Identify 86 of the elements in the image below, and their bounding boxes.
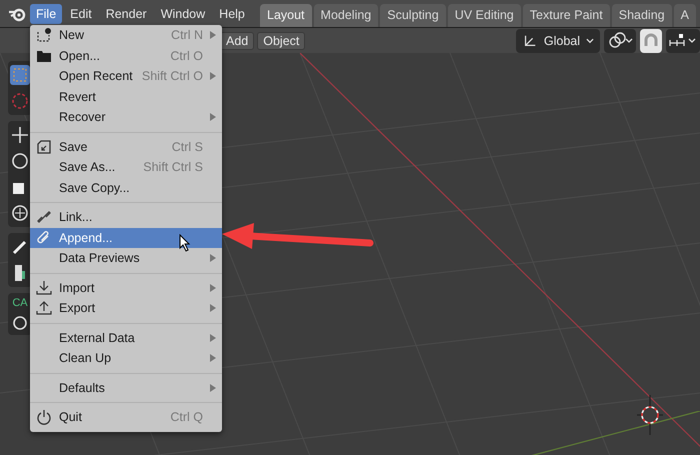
new-file-icon — [36, 27, 52, 44]
camera-rotate-icon[interactable] — [10, 315, 30, 331]
menu-entry-label: New — [59, 28, 84, 42]
menu-item[interactable]: Window — [154, 4, 212, 24]
menu-entry[interactable]: Append... — [30, 228, 222, 248]
folder-icon — [36, 48, 52, 63]
save-icon — [36, 138, 52, 155]
menu-item[interactable]: File — [30, 4, 62, 24]
submenu-arrow-icon — [210, 334, 216, 342]
menu-item[interactable]: Render — [100, 4, 153, 24]
menu-entry-label: Recover — [59, 110, 106, 124]
menu-entry[interactable]: Link... — [30, 207, 222, 228]
shortcut-label: Shift Ctrl S — [143, 160, 203, 174]
3d-cursor-icon — [637, 395, 663, 435]
header-menu-button[interactable]: Object — [257, 32, 306, 50]
menu-entry[interactable]: Open Recent Shift Ctrl O — [30, 66, 222, 86]
menu-entry[interactable]: Save As... Shift Ctrl S — [30, 157, 222, 178]
upload-icon — [36, 300, 52, 316]
workspace-tab[interactable]: Layout — [260, 4, 312, 27]
workspace-tab[interactable]: UV Editing — [448, 4, 521, 27]
rotate-icon[interactable] — [10, 151, 30, 171]
shortcut-label: Ctrl Q — [170, 410, 203, 424]
submenu-arrow-icon — [210, 384, 216, 392]
submenu-arrow-icon — [210, 113, 216, 122]
link-icon — [36, 209, 52, 226]
shortcut-label: Ctrl S — [172, 140, 203, 154]
menu-item[interactable]: Edit — [64, 4, 98, 24]
menu-entry-label: Defaults — [59, 380, 105, 395]
orientation-dropdown[interactable]: Global — [516, 28, 600, 52]
menu-entry-label: Data Previews — [59, 251, 140, 266]
move-icon[interactable] — [10, 125, 30, 145]
download-icon — [36, 280, 52, 296]
menu-entry[interactable]: Clean Up — [30, 348, 222, 368]
transform-icon[interactable] — [10, 203, 30, 223]
select-box-icon[interactable] — [10, 65, 30, 85]
magnet-icon[interactable] — [640, 28, 662, 52]
menu-entry[interactable]: New Ctrl N — [30, 25, 222, 46]
menu-entry[interactable]: Data Previews — [30, 248, 222, 268]
header-menu-button[interactable]: Add — [220, 32, 254, 50]
menu-entry-label: Revert — [59, 90, 96, 104]
menu-entry[interactable]: External Data — [30, 328, 222, 348]
menu-entry[interactable]: Open... Ctrl O — [30, 46, 222, 66]
workspace-tab[interactable]: Modeling — [314, 4, 378, 27]
menu-entry[interactable]: Quit Ctrl Q — [30, 407, 222, 428]
mouse-pointer-icon — [179, 234, 191, 252]
power-icon — [36, 409, 52, 426]
menu-entry-label: Save As... — [59, 160, 116, 174]
menu-entry-label: Export — [59, 301, 96, 316]
workspace-tab[interactable]: A — [674, 4, 696, 27]
pivot-icon[interactable] — [604, 28, 636, 52]
submenu-arrow-icon — [210, 284, 216, 292]
menu-entry-label: Open... — [59, 48, 100, 63]
snapping-icon[interactable] — [666, 28, 700, 52]
submenu-arrow-icon — [210, 354, 216, 362]
workspace-tab[interactable]: Sculpting — [380, 4, 446, 27]
submenu-arrow-icon — [210, 254, 216, 262]
workspace-tab[interactable]: Texture Paint — [522, 4, 610, 27]
submenu-arrow-icon — [210, 304, 216, 312]
shortcut-label: Shift Ctrl O — [142, 69, 203, 84]
cursor-tool-icon[interactable] — [10, 91, 30, 111]
menu-entry-label: Link... — [59, 210, 92, 224]
menu-entry-label: Save Copy... — [59, 180, 130, 195]
menu-entry[interactable]: Save Copy... — [30, 178, 222, 198]
submenu-arrow-icon — [210, 31, 216, 40]
submenu-arrow-icon — [210, 72, 216, 80]
menu-entry-label: Clean Up — [59, 351, 112, 366]
menu-item[interactable]: Help — [213, 4, 251, 24]
orientation-label: Global — [544, 34, 580, 48]
menu-entry-label: Quit — [59, 410, 82, 424]
shortcut-label: Ctrl O — [170, 48, 203, 63]
chevron-icon — [586, 38, 594, 44]
tool-label: CA — [12, 297, 28, 309]
workspace-tab[interactable]: Shading — [612, 4, 672, 27]
menu-entry[interactable]: Recover — [30, 107, 222, 128]
menu-entry-label: Import — [59, 280, 94, 295]
menu-entry-label: Append... — [59, 230, 113, 245]
menu-entry[interactable]: Import — [30, 278, 222, 298]
menu-entry[interactable]: Save Ctrl S — [30, 136, 222, 157]
menu-entry-label: Save — [59, 140, 88, 154]
axes-icon — [522, 32, 538, 48]
menu-entry-label: External Data — [59, 330, 135, 345]
menu-entry[interactable]: Export — [30, 298, 222, 318]
menu-entry[interactable]: Revert — [30, 86, 222, 107]
shortcut-label: Ctrl N — [171, 28, 203, 42]
menu-entry-label: Open Recent — [59, 69, 133, 84]
menu-entry[interactable]: Defaults — [30, 378, 222, 398]
